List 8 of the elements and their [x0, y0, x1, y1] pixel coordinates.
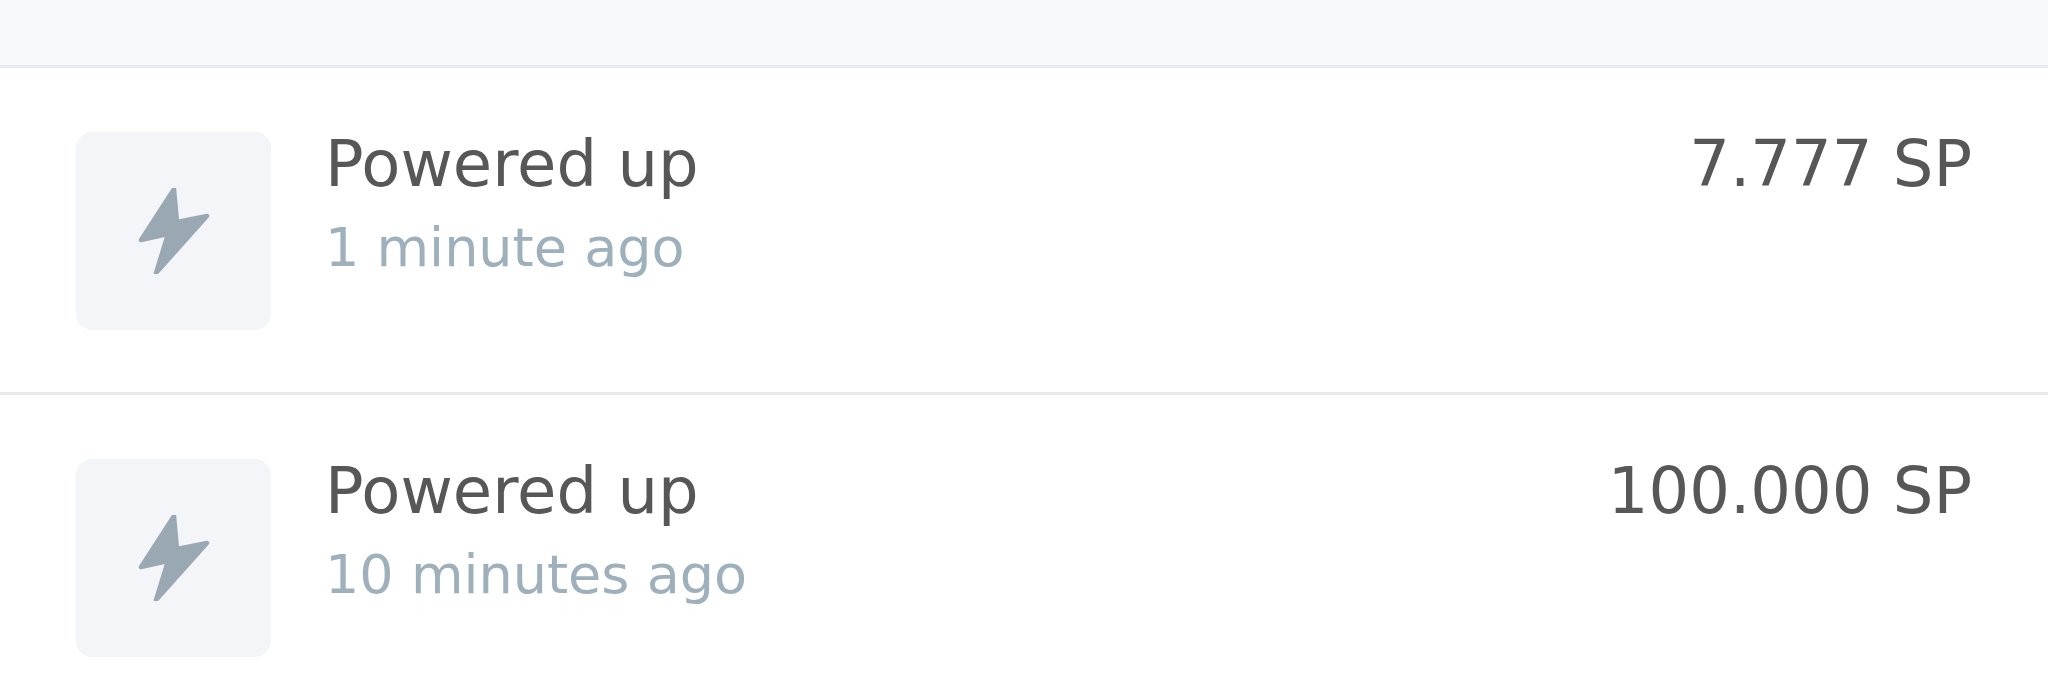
- amount: 7.777 SP: [1689, 128, 1972, 202]
- timestamp: 1 minute ago: [325, 215, 686, 281]
- transaction-title: Powered up: [325, 455, 700, 529]
- timestamp: 10 minutes ago: [325, 542, 749, 608]
- lightning-bolt-icon: [137, 188, 210, 274]
- lightning-bolt-icon: [137, 515, 210, 601]
- transaction-title: Powered up: [325, 128, 700, 202]
- amount: 100.000 SP: [1607, 455, 1972, 529]
